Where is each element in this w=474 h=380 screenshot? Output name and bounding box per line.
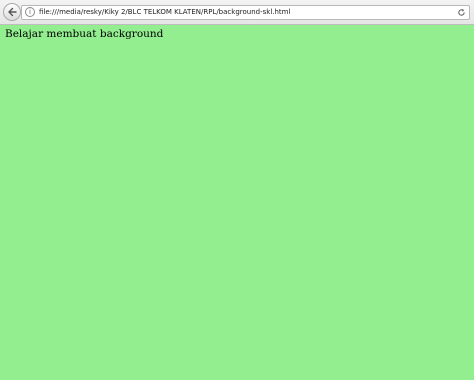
info-icon[interactable]: i	[25, 7, 35, 17]
address-bar[interactable]: i file:///media/resky/Kiky 2/BLC TELKOM …	[21, 5, 470, 20]
reload-icon	[457, 4, 466, 22]
reload-button[interactable]	[456, 7, 467, 18]
back-arrow-icon	[7, 7, 17, 17]
browser-window: i file:///media/resky/Kiky 2/BLC TELKOM …	[0, 0, 474, 380]
page-heading-text: Belajar membuat background	[5, 28, 164, 40]
back-button[interactable]	[3, 3, 21, 21]
url-text[interactable]: file:///media/resky/Kiky 2/BLC TELKOM KL…	[39, 6, 290, 19]
page-content: Belajar membuat background	[0, 25, 474, 380]
navigation-toolbar: i file:///media/resky/Kiky 2/BLC TELKOM …	[0, 0, 474, 25]
